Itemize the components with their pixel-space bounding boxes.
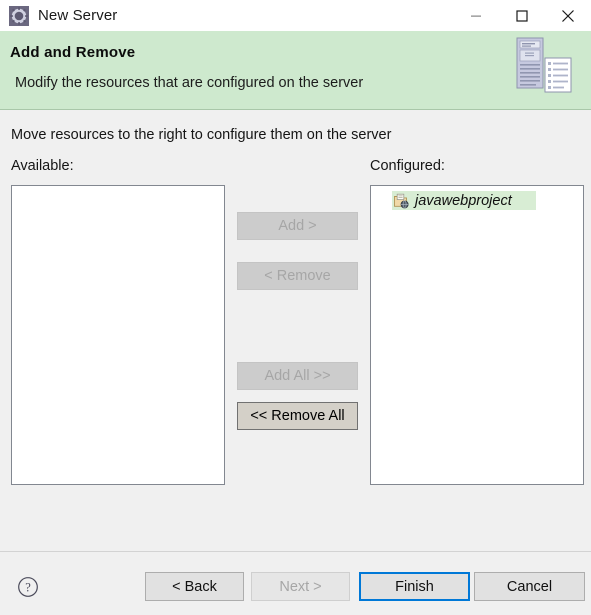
new-server-dialog: New Server Add and Remove Modify the res… bbox=[0, 0, 591, 615]
title-bar: New Server bbox=[0, 0, 591, 31]
maximize-icon[interactable] bbox=[499, 0, 545, 31]
add-all-button[interactable]: Add All >> bbox=[237, 362, 358, 390]
page-subtitle: Modify the resources that are configured… bbox=[15, 75, 364, 91]
web-project-icon bbox=[393, 193, 409, 209]
list-item[interactable]: javawebproject bbox=[392, 191, 536, 210]
server-gear-icon bbox=[9, 5, 29, 26]
help-icon[interactable]: ? bbox=[17, 576, 39, 598]
configured-label: Configured: bbox=[370, 158, 445, 174]
next-button[interactable]: Next > bbox=[251, 572, 350, 601]
window-controls bbox=[453, 0, 591, 31]
remove-all-button[interactable]: << Remove All bbox=[237, 402, 358, 430]
window-title: New Server bbox=[38, 7, 118, 24]
list-item-label: javawebproject bbox=[415, 192, 512, 209]
available-listbox[interactable] bbox=[11, 185, 225, 485]
wizard-header: Add and Remove Modify the resources that… bbox=[0, 31, 591, 110]
back-button[interactable]: < Back bbox=[145, 572, 244, 601]
dialog-body: Move resources to the right to configure… bbox=[0, 110, 591, 551]
available-label: Available: bbox=[11, 158, 74, 174]
close-icon[interactable] bbox=[545, 0, 591, 31]
server-and-document-icon bbox=[513, 36, 575, 98]
instruction-text: Move resources to the right to configure… bbox=[11, 127, 392, 143]
remove-button[interactable]: < Remove bbox=[237, 262, 358, 290]
cancel-button[interactable]: Cancel bbox=[474, 572, 585, 601]
svg-text:?: ? bbox=[25, 581, 31, 595]
add-button[interactable]: Add > bbox=[237, 212, 358, 240]
page-title: Add and Remove bbox=[10, 44, 136, 61]
minimize-icon[interactable] bbox=[453, 0, 499, 31]
configured-listbox[interactable]: javawebproject bbox=[370, 185, 584, 485]
finish-button[interactable]: Finish bbox=[359, 572, 470, 601]
